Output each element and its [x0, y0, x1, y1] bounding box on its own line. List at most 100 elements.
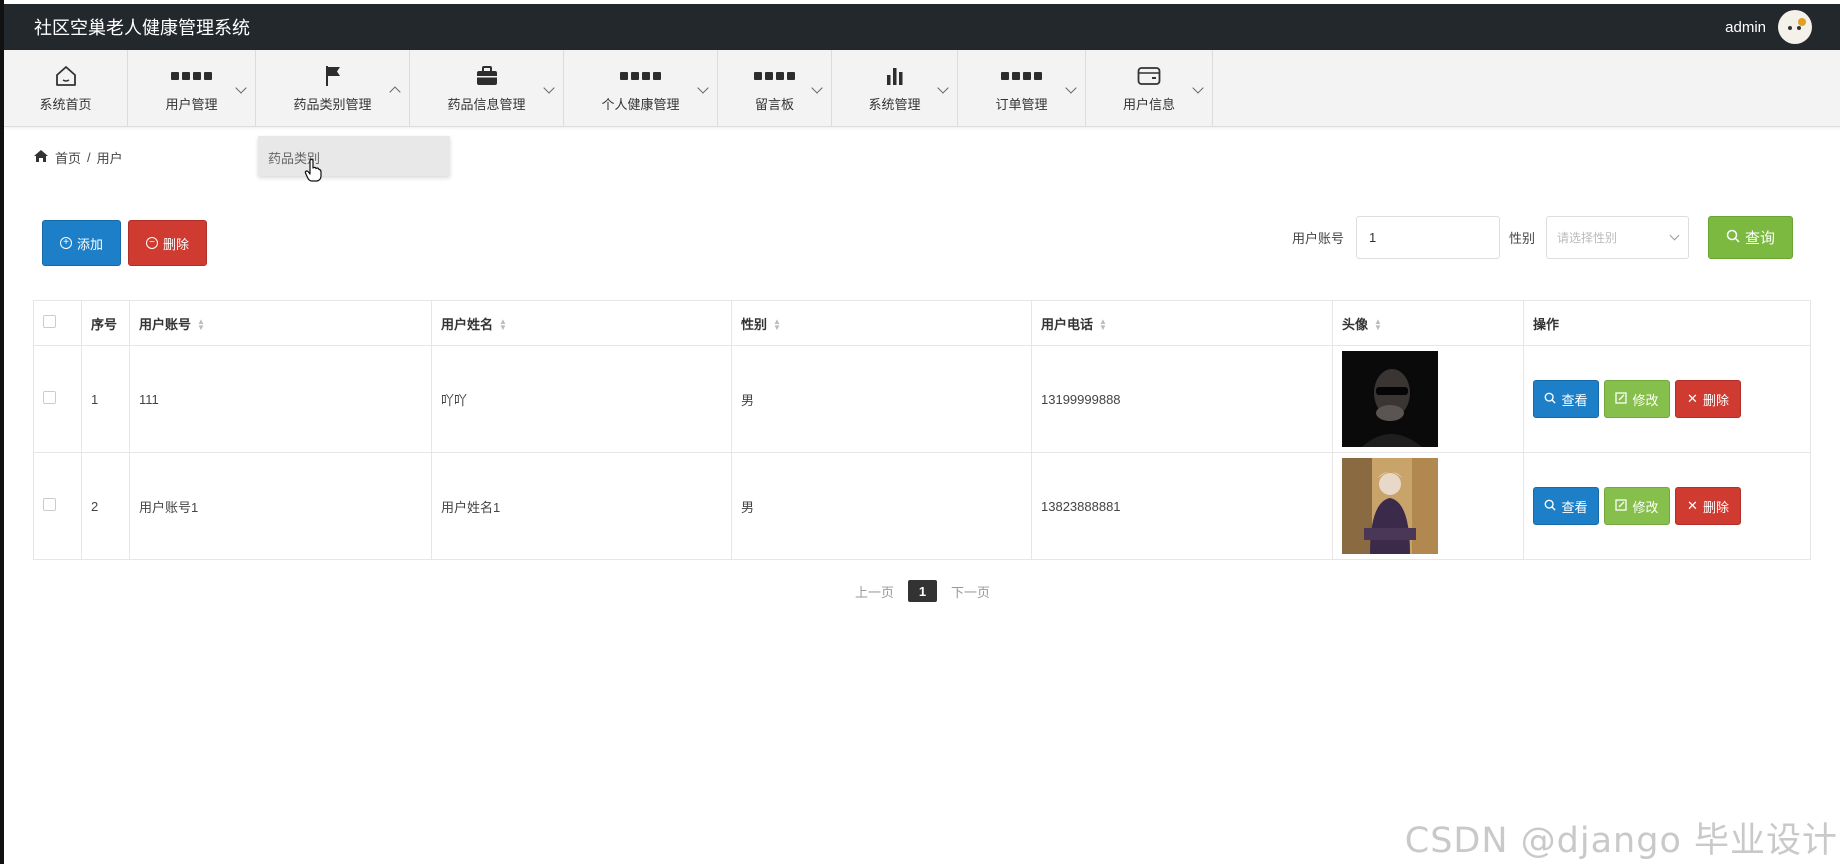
breadcrumb-current: 用户	[96, 151, 123, 166]
nav-system[interactable]: 系统管理	[832, 50, 958, 127]
chevron-down-icon	[937, 82, 949, 94]
nav-orders[interactable]: 订单管理	[958, 50, 1086, 127]
card-icon	[1137, 64, 1161, 88]
nav-user-info[interactable]: 用户信息	[1086, 50, 1213, 127]
gender-select[interactable]: 请选择性别	[1546, 216, 1689, 259]
user-menu[interactable]: admin	[1725, 10, 1812, 44]
row-delete-button[interactable]: ✕ 删除	[1675, 380, 1741, 418]
table-row: 2 用户账号1 用户姓名1 男 13823888881 查看 修改 ✕ 删除	[33, 452, 1811, 560]
avatar-eye	[1788, 26, 1792, 30]
edit-button[interactable]: 修改	[1604, 380, 1670, 418]
edit-icon	[1615, 391, 1628, 407]
nav-label: 药品类别管理	[293, 97, 372, 112]
view-button[interactable]: 查看	[1533, 487, 1599, 525]
edit-label: 修改	[1632, 392, 1659, 408]
minus-circle-icon: −	[145, 237, 158, 249]
prev-page-link[interactable]: 上一页	[855, 582, 894, 601]
chevron-down-icon	[811, 82, 823, 94]
cell-avatar	[1332, 452, 1524, 560]
bar-chart-icon	[885, 64, 905, 88]
delete-button[interactable]: − 删除	[128, 220, 207, 266]
nav-label: 用户管理	[165, 97, 218, 112]
nav-health[interactable]: 个人健康管理	[564, 50, 718, 127]
account-search-input[interactable]	[1356, 216, 1500, 259]
row-checkbox[interactable]	[43, 391, 56, 404]
plus-circle-icon: +	[59, 237, 72, 249]
sort-icon: ▲ ▼	[1374, 317, 1382, 333]
drug-category-dropdown: 药品类别	[258, 136, 450, 176]
row-checkbox[interactable]	[43, 498, 56, 511]
header-name[interactable]: 用户姓名 ▲ ▼	[431, 300, 732, 346]
chevron-down-icon	[697, 82, 709, 94]
sort-icon: ▲ ▼	[499, 317, 507, 333]
chevron-down-icon	[1669, 230, 1680, 241]
close-icon: ✕	[1687, 498, 1698, 513]
edit-icon	[1615, 498, 1628, 514]
app-title: 社区空巢老人健康管理系统	[34, 18, 250, 38]
cell-gender: 男	[731, 452, 1032, 560]
edit-button[interactable]: 修改	[1604, 487, 1670, 525]
breadcrumb-separator: /	[87, 150, 91, 165]
header-index: 序号	[81, 300, 130, 346]
sort-icon: ▲ ▼	[1099, 317, 1107, 333]
cell-actions: 查看 修改 ✕ 删除	[1523, 452, 1811, 560]
flag-icon	[324, 64, 342, 88]
query-button-label: 查询	[1744, 230, 1775, 247]
view-label: 查看	[1561, 499, 1588, 515]
chevron-down-icon	[1065, 82, 1077, 94]
select-all-checkbox[interactable]	[43, 315, 56, 328]
nav-drug-info[interactable]: 药品信息管理	[410, 50, 564, 127]
nav-label: 用户信息	[1122, 97, 1175, 112]
main-nav: 系统首页 用户管理 药品类别管理 药品信息管理 个人健康管理 留言板 系统管理	[4, 50, 1840, 127]
row-checkbox-cell	[33, 452, 82, 560]
home-icon[interactable]	[33, 149, 49, 166]
add-button[interactable]: + 添加	[42, 220, 121, 266]
nav-label: 留言板	[754, 97, 794, 112]
row-checkbox-cell	[33, 345, 82, 453]
hand-cursor-icon	[304, 158, 322, 185]
grid-icon	[620, 64, 661, 88]
query-button[interactable]: 查询	[1708, 216, 1793, 259]
nav-user-management[interactable]: 用户管理	[128, 50, 256, 127]
header-phone[interactable]: 用户电话 ▲ ▼	[1031, 300, 1333, 346]
cell-index: 1	[81, 345, 130, 453]
search-icon	[1544, 392, 1557, 407]
row-delete-button[interactable]: ✕ 删除	[1675, 487, 1741, 525]
user-table: 序号 用户账号 ▲ ▼ 用户姓名 ▲ ▼ 性别 ▲ ▼ 用户电话 ▲ ▼ 头像 ▲ ▼ 操作 1 1…	[33, 300, 1811, 560]
avatar-thumbnail	[1342, 351, 1438, 447]
cell-name: 用户姓名1	[431, 452, 732, 560]
next-page-link[interactable]: 下一页	[951, 582, 990, 601]
pagination: 上一页 1 下一页	[855, 580, 990, 602]
header-actions: 操作	[1523, 300, 1811, 346]
breadcrumb-home[interactable]: 首页	[55, 148, 81, 167]
avatar[interactable]	[1778, 10, 1812, 44]
grid-icon	[1001, 64, 1042, 88]
nav-label: 系统管理	[868, 97, 921, 112]
current-page[interactable]: 1	[908, 580, 938, 602]
table-row: 1 111 吖吖 男 13199999888 查看 修改 ✕ 删除	[33, 345, 1811, 453]
home-icon	[54, 64, 78, 88]
nav-label: 个人健康管理	[601, 97, 680, 112]
username: admin	[1725, 18, 1766, 36]
nav-home[interactable]: 系统首页	[4, 50, 128, 127]
view-button[interactable]: 查看	[1533, 380, 1599, 418]
cell-phone: 13199999888	[1031, 345, 1333, 453]
chevron-down-icon	[1192, 82, 1204, 94]
header-gender[interactable]: 性别 ▲ ▼	[731, 300, 1032, 346]
header-avatar[interactable]: 头像 ▲ ▼	[1332, 300, 1524, 346]
account-label: 用户账号	[1292, 231, 1345, 246]
chevron-down-icon	[235, 82, 247, 94]
nav-drug-category[interactable]: 药品类别管理	[256, 50, 410, 127]
cell-gender: 男	[731, 345, 1032, 453]
window-edge	[0, 0, 4, 864]
cell-name: 吖吖	[431, 345, 732, 453]
header-account[interactable]: 用户账号 ▲ ▼	[129, 300, 432, 346]
nav-message-board[interactable]: 留言板	[718, 50, 832, 127]
table-header-row: 序号 用户账号 ▲ ▼ 用户姓名 ▲ ▼ 性别 ▲ ▼ 用户电话 ▲ ▼ 头像 ▲ ▼ 操作	[33, 300, 1811, 346]
chevron-up-icon	[389, 86, 401, 98]
view-label: 查看	[1561, 392, 1588, 408]
cell-account: 111	[129, 345, 432, 453]
edit-label: 修改	[1632, 499, 1659, 515]
top-bar: 社区空巢老人健康管理系统 admin	[4, 4, 1840, 50]
sort-icon: ▲ ▼	[773, 317, 781, 333]
